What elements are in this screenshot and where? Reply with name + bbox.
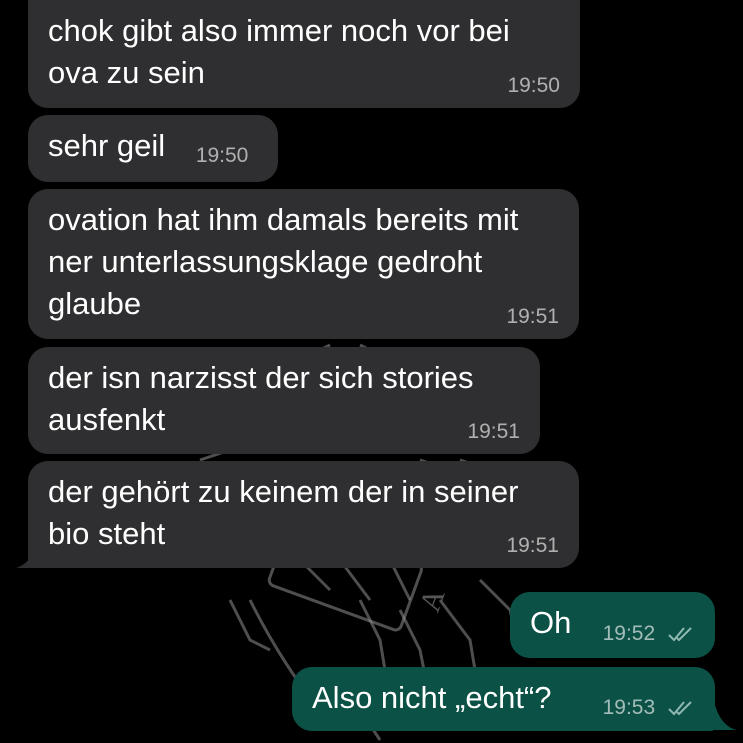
outgoing-message[interactable]: Oh 19:52	[510, 592, 715, 658]
message-time: 19:53	[602, 696, 656, 719]
message-time-group: 19:52	[603, 622, 695, 646]
message-time: 19:51	[467, 420, 520, 443]
incoming-message[interactable]: ovation hat ihm damals bereits mit ner u…	[28, 189, 579, 339]
double-check-icon	[668, 701, 692, 716]
double-check-icon	[668, 627, 692, 642]
incoming-message[interactable]: sehr geil 19:50	[28, 115, 278, 182]
message-time: 19:50	[507, 74, 560, 97]
message-text: sehr geil	[48, 128, 166, 163]
message-time: 19:52	[602, 622, 656, 645]
message-text: Oh	[530, 605, 572, 640]
message-text: der isn narzisst der sich stories ausfen…	[48, 360, 474, 437]
incoming-message[interactable]: der isn narzisst der sich stories ausfen…	[28, 347, 540, 454]
message-text: Also nicht „echt“?	[312, 680, 552, 715]
message-text: ovation hat ihm damals bereits mit ner u…	[48, 202, 519, 321]
incoming-message[interactable]: chok gibt also immer noch vor bei ova zu…	[28, 0, 580, 108]
incoming-message[interactable]: der gehört zu keinem der in seiner bio s…	[28, 461, 579, 568]
message-text: chok gibt also immer noch vor bei ova zu…	[48, 13, 510, 90]
message-time: 19:51	[506, 305, 559, 328]
message-time: 19:51	[506, 534, 559, 557]
message-time: 19:50	[195, 144, 249, 167]
message-time-group: 19:53	[603, 696, 695, 720]
card-letter: A	[413, 584, 452, 616]
outgoing-message[interactable]: Also nicht „echt“? 19:53	[292, 667, 715, 731]
message-text: der gehört zu keinem der in seiner bio s…	[48, 474, 519, 551]
